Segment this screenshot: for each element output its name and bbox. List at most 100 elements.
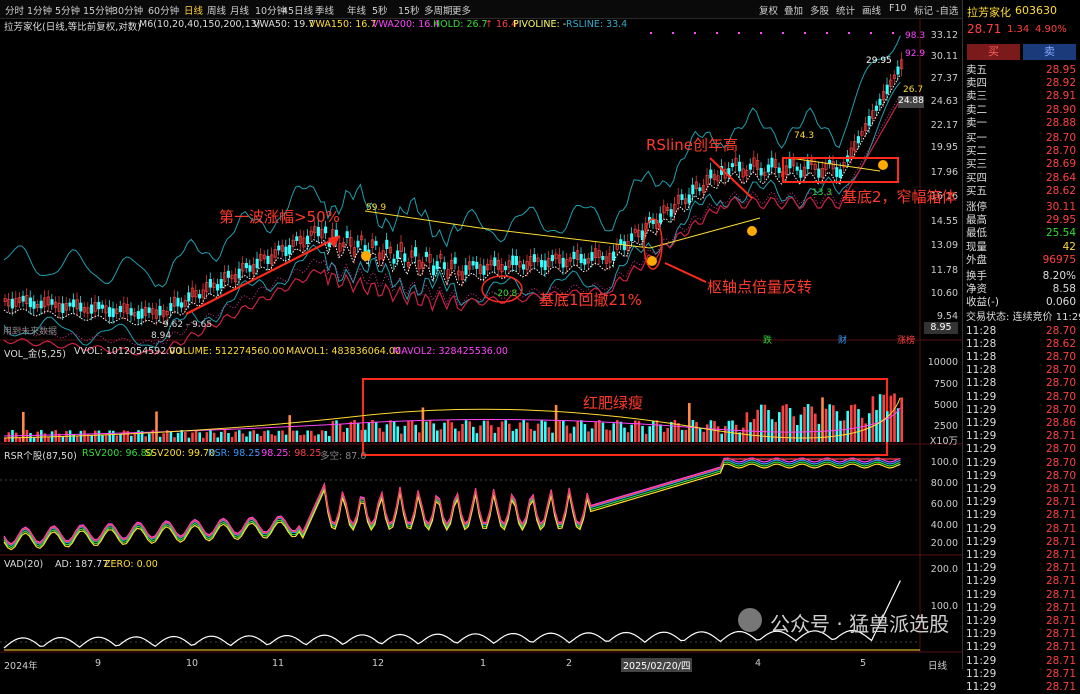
candle-body (601, 255, 605, 260)
tab-timeframe-11[interactable]: 季线 (315, 3, 334, 17)
stat2-row: 净资 8.58 (966, 283, 1078, 296)
tab-timeframe-13[interactable]: 5秒 (372, 3, 388, 17)
volume-bar (670, 421, 673, 442)
volume-bar (882, 394, 885, 442)
candle-body (385, 239, 389, 250)
volume-bar (299, 435, 302, 442)
ask-row-value: 28.92 (1045, 77, 1076, 90)
tab-timeframe-15[interactable]: 多周期 (424, 3, 453, 17)
volume-bar (180, 430, 183, 442)
tick-row: 11:28 28.62 (966, 338, 1078, 351)
volume-bar (173, 437, 176, 442)
tick-time: 11:29 (966, 654, 997, 667)
tab-timeframe-7[interactable]: 周线 (207, 3, 226, 17)
signal-dot (694, 32, 696, 34)
tab-timeframe-8[interactable]: 月线 (230, 3, 249, 17)
volume-bar (518, 422, 522, 442)
toolbar-button-5[interactable]: F10 (889, 3, 907, 14)
buy-button[interactable]: 买 (967, 44, 1020, 60)
rsr-ssv200: SSV200: 99.70 (145, 448, 216, 459)
tick-row: 11:29 28.71 (966, 641, 1078, 654)
tab-timeframe-14[interactable]: 15秒 (398, 3, 420, 17)
ask-row-label: 卖三 (966, 90, 987, 103)
volume-bar (533, 430, 536, 442)
signal-dot (870, 32, 872, 34)
volume-bar (482, 420, 486, 442)
tick-time: 11:29 (966, 403, 997, 416)
toolbar: 分时 1分钟 5分钟 15分钟 30分钟 60分钟 日线 周线 月线 10分钟 45日线 季线 年线 5秒… (0, 0, 1080, 19)
volume-bar (238, 430, 241, 442)
volume-bar (889, 395, 893, 442)
main-y-tick: 19.95 (930, 142, 958, 153)
indicator-1: VWA150: 16.7 (309, 19, 377, 30)
label-13: 13.3 (812, 188, 833, 198)
stat-row-value: 42 (1062, 240, 1076, 253)
toolbar-button-0[interactable]: 复权 (759, 3, 778, 17)
candle-body (806, 160, 810, 170)
volume-bar (335, 420, 338, 442)
toolbar-button-7[interactable]: -自选 (936, 3, 958, 17)
toolbar-button-3[interactable]: 统计 (836, 3, 855, 17)
candle-body (788, 158, 792, 169)
bid-row-value: 28.64 (1045, 171, 1076, 184)
tab-timeframe-12[interactable]: 年线 (347, 3, 366, 17)
signal-dot (892, 32, 894, 34)
stock-name: 拉芳家化 (967, 6, 1011, 19)
toolbar-button-6[interactable]: 标记 (914, 3, 933, 17)
tab-timeframe-1[interactable]: 1分钟 (27, 3, 52, 17)
rsr-y-tick: 100.0 (930, 457, 958, 468)
volume-bar (436, 430, 439, 442)
candle-body (504, 265, 508, 271)
tick-row: 11:29 28.71 (966, 681, 1078, 694)
volume-bar (662, 431, 666, 442)
candle-body (136, 311, 140, 319)
tick-price: 28.71 (1045, 615, 1076, 627)
volume-bar (374, 421, 378, 442)
volume-bar (382, 431, 385, 442)
tab-timeframe-10[interactable]: 45日线 (282, 3, 313, 17)
volume-bar (558, 420, 561, 442)
volume-bar (198, 432, 201, 442)
volume-bar (40, 430, 43, 442)
toolbar-button-1[interactable]: 叠加 (784, 3, 803, 17)
tab-timeframe-5[interactable]: 60分钟 (148, 3, 179, 17)
volume-bar (205, 432, 209, 442)
tick-price: 28.71 (1045, 549, 1076, 561)
volume-bar (616, 420, 619, 442)
candle-body (874, 105, 878, 111)
volume-bar (479, 425, 482, 442)
volume-bar (209, 430, 212, 442)
volume-bar (688, 403, 691, 442)
candle-body (777, 167, 781, 174)
volume-bar (536, 423, 540, 442)
tab-timeframe-0[interactable]: 分时 (5, 3, 24, 17)
main-y-tick: 10.60 (930, 288, 958, 299)
volume-bar (241, 433, 245, 442)
volume-bar (18, 437, 21, 442)
stat2-row-label: 净资 (966, 283, 987, 296)
tab-timeframe-4[interactable]: 30分钟 (112, 3, 143, 17)
candle-body (838, 169, 842, 178)
sell-button[interactable]: 卖 (1023, 44, 1076, 60)
stock-change: 1.34 (1007, 24, 1030, 35)
candle-body (453, 257, 457, 264)
candle-body (306, 235, 310, 245)
indicator-6: RSLINE: 33.4 (566, 19, 628, 30)
tab-timeframe-2[interactable]: 5分钟 (55, 3, 80, 17)
tick-row: 11:28 28.70 (966, 325, 1078, 338)
tick-row: 11:29 28.71 (966, 496, 1078, 509)
volume-bar (281, 430, 284, 442)
tab-timeframe-6[interactable]: 日线 (184, 3, 203, 17)
volume-bar (508, 423, 511, 442)
volume-bar (472, 426, 475, 442)
tab-timeframe-3[interactable]: 15分钟 (83, 3, 114, 17)
stat2-row-label: 收益(-) (966, 296, 999, 309)
candle-body (709, 169, 713, 179)
toolbar-button-4[interactable]: 画线 (862, 3, 881, 17)
toolbar-button-2[interactable]: 多股 (810, 3, 829, 17)
candle-body (284, 246, 288, 256)
tab-timeframe-16[interactable]: 更多 (452, 3, 471, 17)
x-axis-label: 2024年 (4, 661, 38, 672)
tick-row: 11:29 28.71 (966, 562, 1078, 575)
candle-body (324, 226, 328, 234)
